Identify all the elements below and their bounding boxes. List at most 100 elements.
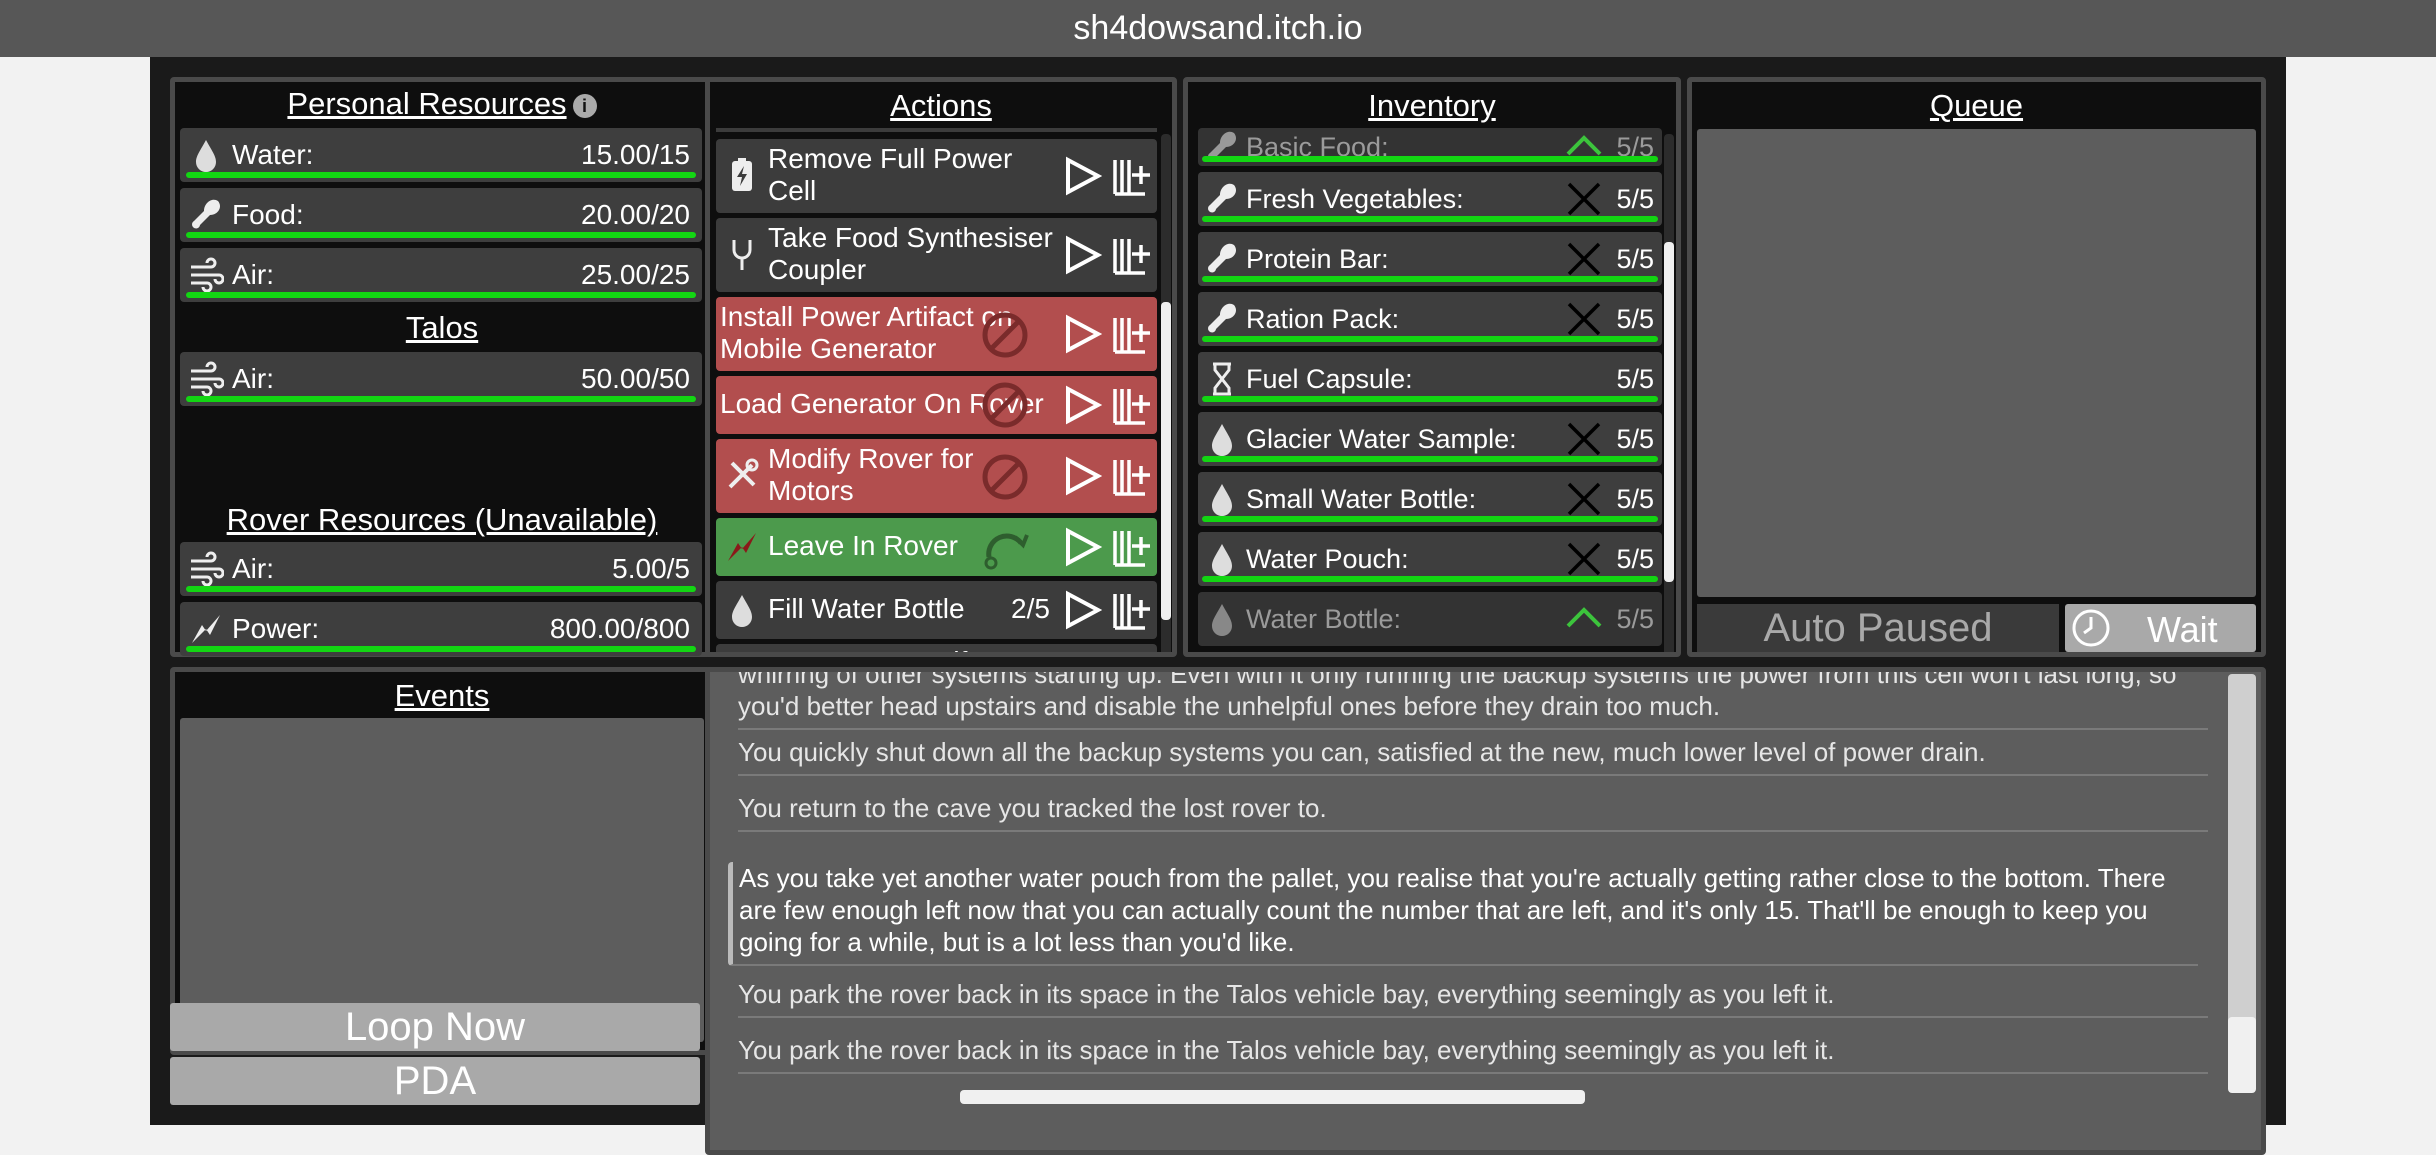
queue-add-icon[interactable] (1111, 235, 1155, 275)
water-drop-icon (1212, 604, 1232, 636)
play-icon[interactable] (1062, 456, 1102, 496)
actions-scrollbar-thumb[interactable] (1161, 302, 1171, 620)
loop-now-button[interactable]: Loop Now (170, 1003, 700, 1051)
action-take-food-synthesiser-coupler[interactable]: Take Food Synthesiser Coupler (716, 218, 1157, 292)
water-drop-icon (1212, 544, 1232, 576)
resource-label: Food: (232, 199, 304, 230)
resource-food: Food: 20.00/20 (180, 188, 702, 242)
hourglass-icon (1213, 362, 1231, 396)
resource-water: Water: 15.00/15 (180, 128, 702, 182)
power-cell-icon (732, 158, 752, 191)
play-icon[interactable] (1062, 156, 1102, 196)
close-x-icon[interactable] (1566, 182, 1602, 216)
food-drumstick-icon (1208, 303, 1237, 333)
play-icon[interactable] (1062, 590, 1102, 630)
wait-button[interactable]: Wait (2065, 604, 2256, 652)
close-x-icon[interactable] (1566, 482, 1602, 516)
action-load-generator-on-rover[interactable]: Load Generator On Rover (716, 376, 1157, 434)
inventory-item: Glacier Water Sample: 5/5 (1198, 412, 1662, 466)
play-icon[interactable] (1062, 527, 1102, 567)
log-horizontal-scrollbar[interactable] (960, 1090, 1585, 1104)
log-entry: You return to the cave you tracked the l… (738, 792, 2208, 832)
inventory-item: Protein Bar: 5/5 (1198, 232, 1662, 286)
queue-add-icon[interactable] (1111, 456, 1155, 496)
resource-value: 20.00/20 (581, 199, 690, 230)
log-entry-current: As you take yet another water pouch from… (728, 862, 2198, 966)
info-icon[interactable]: i (572, 93, 597, 118)
inventory-title: Inventory (1368, 88, 1496, 123)
queue-list (1697, 129, 2256, 597)
inventory-scrollbar-thumb[interactable] (1664, 242, 1674, 582)
pda-button[interactable]: PDA (170, 1057, 700, 1105)
close-x-icon[interactable] (1566, 242, 1602, 276)
talos-title: Talos (405, 310, 479, 345)
inventory-value: 5/5 (1616, 424, 1654, 454)
inventory-item: Water Pouch: 5/5 (1198, 532, 1662, 586)
resource-value: 5.00/5 (612, 553, 690, 584)
inventory-bar (1202, 576, 1658, 582)
resource-bar (186, 172, 696, 178)
action-label: Remove Power Artifact (720, 646, 1100, 652)
water-drop-icon (196, 140, 216, 172)
resource-label: Air: (232, 259, 274, 290)
inventory-bar (1202, 396, 1658, 402)
log-scrollbar-track[interactable] (2228, 674, 2256, 1034)
inventory-value: 5/5 (1616, 184, 1654, 214)
action-modify-rover-for-motors[interactable]: Modify Rover for Motors (716, 439, 1157, 513)
blocked-icon (982, 382, 1028, 428)
action-remove-full-power-cell[interactable]: Remove Full Power Cell (716, 139, 1157, 213)
food-drumstick-icon (1208, 243, 1237, 273)
inventory-item: Small Water Bottle: 5/5 (1198, 472, 1662, 526)
clock-icon (2072, 609, 2110, 647)
inventory-label: Ration Pack: (1246, 304, 1400, 334)
events-title: Events (394, 678, 490, 713)
queue-add-icon[interactable] (1111, 527, 1155, 567)
repeat-icon (984, 533, 1029, 570)
close-x-icon[interactable] (1566, 422, 1602, 456)
action-fill-water-bottle[interactable]: Fill Water Bottle 2/5 (716, 581, 1157, 639)
inventory-label: Water Pouch: (1246, 544, 1409, 574)
blocked-icon (982, 312, 1028, 358)
queue-panel: Queue Auto Paused Wait (1687, 77, 2266, 657)
log-scrollbar-thumb[interactable] (2228, 1017, 2256, 1093)
queue-add-icon[interactable] (1111, 590, 1155, 630)
play-icon[interactable] (1062, 314, 1102, 354)
queue-add-icon[interactable] (1111, 314, 1155, 354)
inventory-label: Protein Bar: (1246, 244, 1389, 274)
air-wind-icon (191, 551, 224, 587)
water-drop-icon (1212, 424, 1232, 456)
window-title: sh4dowsand.itch.io (0, 0, 2436, 57)
inventory-item: Fuel Capsule: 5/5 (1198, 352, 1662, 406)
resource-label: Water: (232, 139, 314, 170)
inventory-bar (1202, 276, 1658, 282)
game-area: Personal Resources i Water: 15.00/15 Food… (150, 57, 2286, 1155)
actions-title: Actions (890, 88, 992, 123)
action-install-power-artifact[interactable]: Install Power Artifact on Mobile Generat… (716, 297, 1157, 371)
play-icon[interactable] (1062, 385, 1102, 425)
action-leave-in-rover[interactable]: Leave In Rover (716, 518, 1157, 576)
air-wind-icon (191, 361, 224, 397)
resource-value: 50.00/50 (581, 363, 690, 394)
rover-resource-air: Air: 5.00/5 (180, 542, 702, 596)
queue-add-icon[interactable] (1111, 385, 1155, 425)
chevron-up-icon[interactable] (1566, 602, 1602, 636)
rover-resource-power: Power: 800.00/800 (180, 602, 702, 656)
air-wind-icon (191, 257, 224, 293)
close-x-icon[interactable] (1566, 302, 1602, 336)
action-partial-next[interactable]: Remove Power Artifact (716, 644, 1157, 652)
inventory-value: 5/5 (1616, 544, 1654, 574)
queue-add-icon[interactable] (1111, 156, 1155, 196)
rover-icon (728, 533, 756, 561)
log-entry: You quickly shut down all the backup sys… (738, 736, 2208, 776)
close-x-icon[interactable] (1566, 542, 1602, 576)
personal-resources-title: Personal Resources (287, 86, 567, 121)
resource-bar (186, 646, 696, 652)
inventory-label: Water Bottle: (1246, 604, 1402, 634)
log-panel: whirring of other systems starting up. E… (705, 667, 2266, 1155)
play-icon[interactable] (1062, 235, 1102, 275)
power-bolt-icon (192, 615, 220, 643)
food-drumstick-icon (1208, 183, 1237, 213)
action-label: Fill Water Bottle (768, 593, 965, 624)
resource-label: Air: (232, 553, 274, 584)
resource-label: Air: (232, 363, 274, 394)
